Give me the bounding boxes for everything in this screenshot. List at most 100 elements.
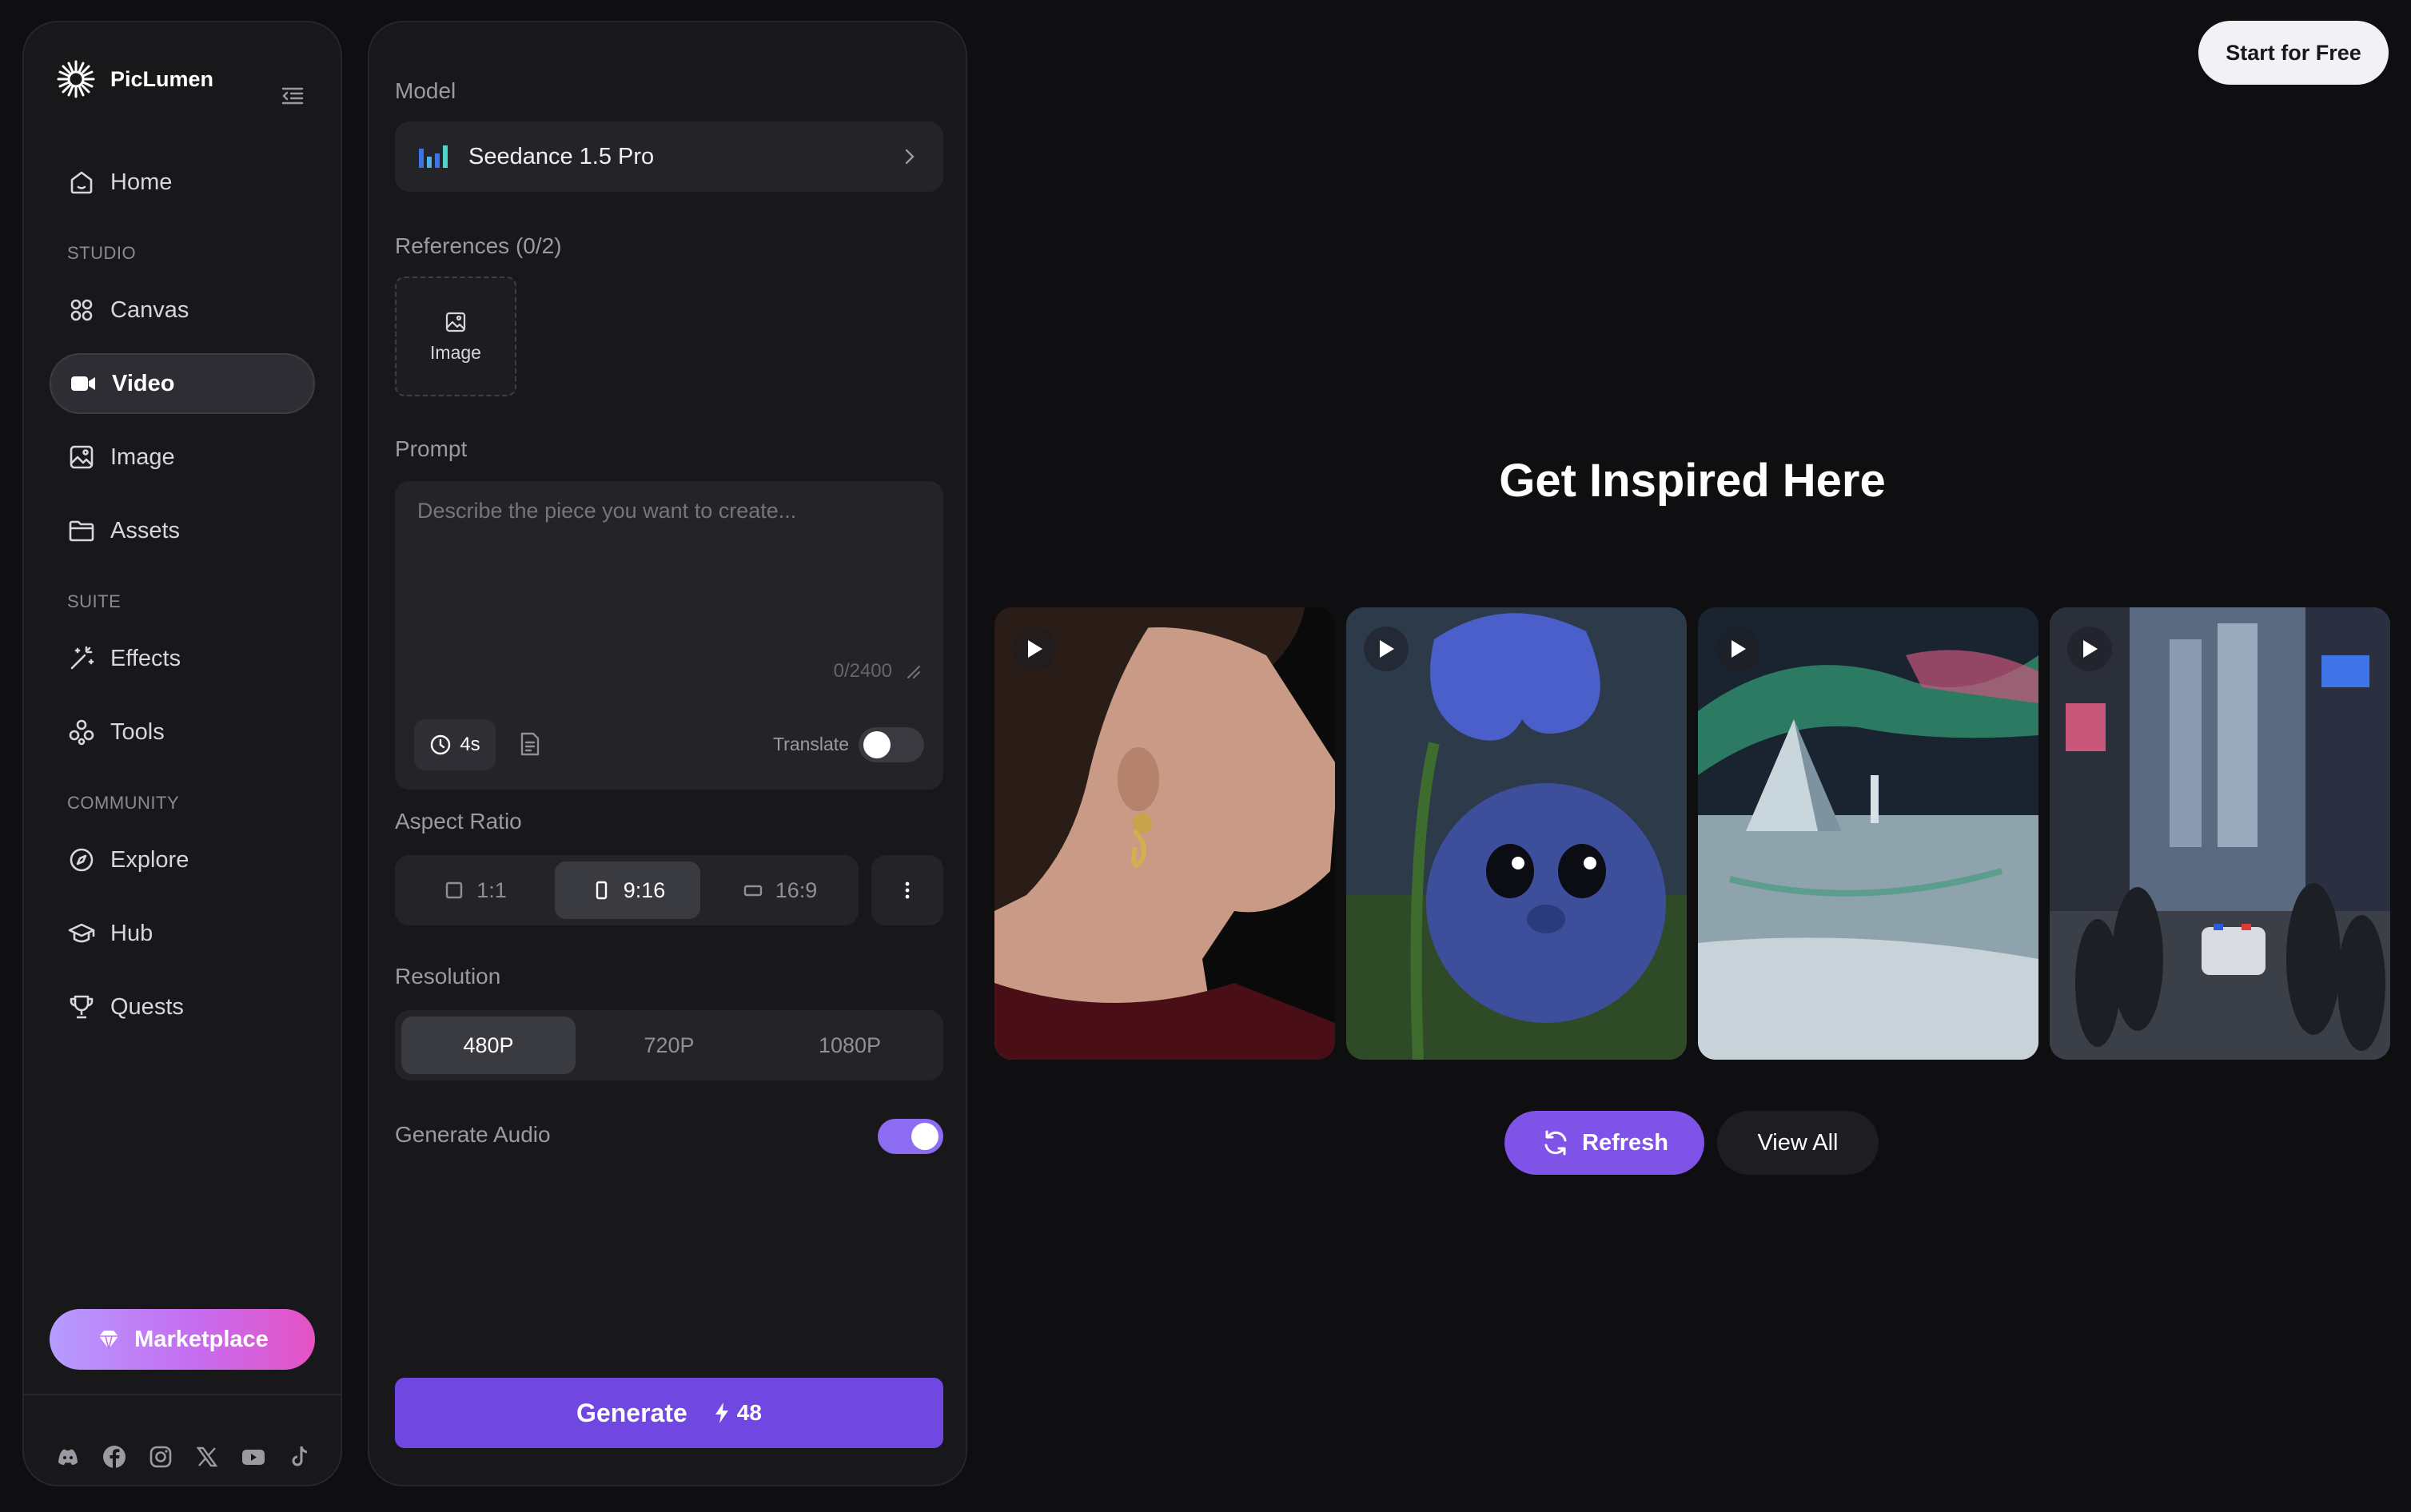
futuristic-city-thumbnail xyxy=(2050,607,2390,1060)
inspiration-video-card[interactable] xyxy=(994,607,1335,1060)
fluffy-creature-thumbnail xyxy=(1346,607,1687,1060)
discord-icon[interactable] xyxy=(54,1443,82,1470)
add-reference-image-button[interactable]: Image xyxy=(395,277,516,396)
divider xyxy=(24,1394,341,1395)
play-button[interactable] xyxy=(2067,627,2112,671)
resolution-option-label: 480P xyxy=(463,1033,514,1057)
clock-icon xyxy=(431,734,451,755)
model-name: Seedance 1.5 Pro xyxy=(468,143,655,169)
facebook-icon[interactable] xyxy=(101,1443,128,1470)
model-selector[interactable]: Seedance 1.5 Pro xyxy=(395,121,943,192)
play-icon xyxy=(1380,640,1394,658)
sidebar-item-label: Effects xyxy=(110,645,181,671)
inspiration-video-card[interactable] xyxy=(2050,607,2390,1060)
portrait-thumbnail xyxy=(994,607,1335,1060)
sidebar-item-label: Explore xyxy=(110,846,189,873)
start-for-free-button[interactable]: Start for Free xyxy=(2198,21,2389,85)
toggle-knob xyxy=(863,731,891,758)
aspect-option-9-16[interactable]: 9:16 xyxy=(555,861,700,919)
translate-label: Translate xyxy=(772,734,849,754)
sidebar-item-home[interactable]: Home xyxy=(50,152,315,213)
diamond-icon xyxy=(99,1331,119,1350)
resolution-option-720p[interactable]: 720P xyxy=(582,1017,756,1074)
graduation-cap-icon xyxy=(68,923,95,943)
brand[interactable]: PicLumen xyxy=(54,58,213,101)
instagram-icon[interactable] xyxy=(147,1443,174,1470)
generate-audio-label: Generate Audio xyxy=(395,1122,551,1147)
page-title: Get Inspired Here xyxy=(1499,455,1886,507)
aspect-option-1-1[interactable]: 1:1 xyxy=(401,861,548,919)
aspect-option-label: 1:1 xyxy=(476,877,507,902)
portrait-icon xyxy=(596,881,607,900)
model-label: Model xyxy=(395,78,456,103)
resolution-label: Resolution xyxy=(395,964,501,989)
aspect-option-16-9[interactable]: 16:9 xyxy=(707,861,852,919)
sidebar-item-label: Canvas xyxy=(110,296,189,323)
aspect-option-label: 9:16 xyxy=(623,877,666,902)
section-label-studio: STUDIO xyxy=(67,243,137,263)
piclumen-logo-icon xyxy=(57,60,95,98)
sidebar: PicLumen Home STUDIO Canvas Video Image … xyxy=(22,21,342,1486)
tiktok-icon[interactable] xyxy=(286,1443,313,1470)
x-icon[interactable] xyxy=(193,1443,221,1470)
magic-wand-icon xyxy=(70,646,94,670)
refresh-label: Refresh xyxy=(1582,1129,1668,1156)
resize-handle-icon[interactable] xyxy=(905,663,921,679)
resolution-option-1080p[interactable]: 1080P xyxy=(763,1017,937,1074)
generate-audio-toggle[interactable] xyxy=(878,1119,943,1154)
view-all-button[interactable]: View All xyxy=(1717,1111,1879,1175)
landscape-icon xyxy=(743,885,762,897)
resolution-selector: 480P 720P 1080P xyxy=(395,1010,943,1080)
marketplace-button[interactable]: Marketplace xyxy=(50,1309,315,1370)
canvas-icon xyxy=(70,299,93,321)
play-icon xyxy=(1732,640,1746,658)
play-button[interactable] xyxy=(1012,627,1057,671)
sidebar-item-canvas[interactable]: Canvas xyxy=(50,280,315,340)
resolution-option-480p[interactable]: 480P xyxy=(401,1017,576,1074)
marketplace-label: Marketplace xyxy=(134,1326,269,1352)
refresh-icon xyxy=(1544,1130,1567,1156)
more-aspect-options-button[interactable] xyxy=(871,855,943,925)
prompt-input[interactable] xyxy=(417,499,921,674)
prompt-template-icon[interactable] xyxy=(516,730,544,758)
translate-toggle[interactable] xyxy=(859,727,924,762)
prompt-char-counter: 0/2400 xyxy=(833,660,892,682)
credit-cost: 48 xyxy=(711,1400,762,1426)
aspect-option-label: 16:9 xyxy=(775,877,818,902)
generate-label: Generate xyxy=(576,1398,687,1427)
sidebar-item-tools[interactable]: Tools xyxy=(50,702,315,762)
sidebar-item-image[interactable]: Image xyxy=(50,427,315,487)
sidebar-item-label: Hub xyxy=(110,920,153,946)
prompt-label: Prompt xyxy=(395,436,468,461)
image-icon xyxy=(70,445,94,469)
sidebar-item-video[interactable]: Video xyxy=(50,353,315,414)
play-button[interactable] xyxy=(1364,627,1409,671)
video-icon xyxy=(71,376,95,391)
trophy-icon xyxy=(70,995,94,1019)
collapse-sidebar-icon[interactable] xyxy=(280,83,305,109)
sidebar-item-effects[interactable]: Effects xyxy=(50,628,315,689)
image-upload-icon xyxy=(445,312,466,332)
more-vertical-icon xyxy=(905,881,910,899)
sidebar-item-explore[interactable]: Explore xyxy=(50,830,315,890)
play-icon xyxy=(1028,640,1042,658)
sidebar-item-quests[interactable]: Quests xyxy=(50,977,315,1037)
seedance-logo-icon xyxy=(419,145,448,168)
inspiration-video-card[interactable] xyxy=(1346,607,1687,1060)
play-button[interactable] xyxy=(1716,627,1760,671)
duration-selector[interactable]: 4s xyxy=(414,719,496,770)
sidebar-item-label: Assets xyxy=(110,517,181,543)
reference-button-label: Image xyxy=(430,341,481,363)
generate-button[interactable]: Generate 48 xyxy=(395,1378,943,1448)
folder-icon xyxy=(69,520,94,542)
refresh-button[interactable]: Refresh xyxy=(1504,1111,1704,1175)
sidebar-item-hub[interactable]: Hub xyxy=(50,903,315,964)
generation-panel: Model Seedance 1.5 Pro References (0/2) … xyxy=(368,21,967,1486)
section-label-community: COMMUNITY xyxy=(67,793,180,813)
sidebar-item-assets[interactable]: Assets xyxy=(50,500,315,561)
square-icon xyxy=(446,881,463,899)
inspiration-video-card[interactable] xyxy=(1698,607,2038,1060)
youtube-icon[interactable] xyxy=(240,1443,267,1470)
play-icon xyxy=(2083,640,2098,658)
sidebar-item-label: Home xyxy=(110,169,173,195)
